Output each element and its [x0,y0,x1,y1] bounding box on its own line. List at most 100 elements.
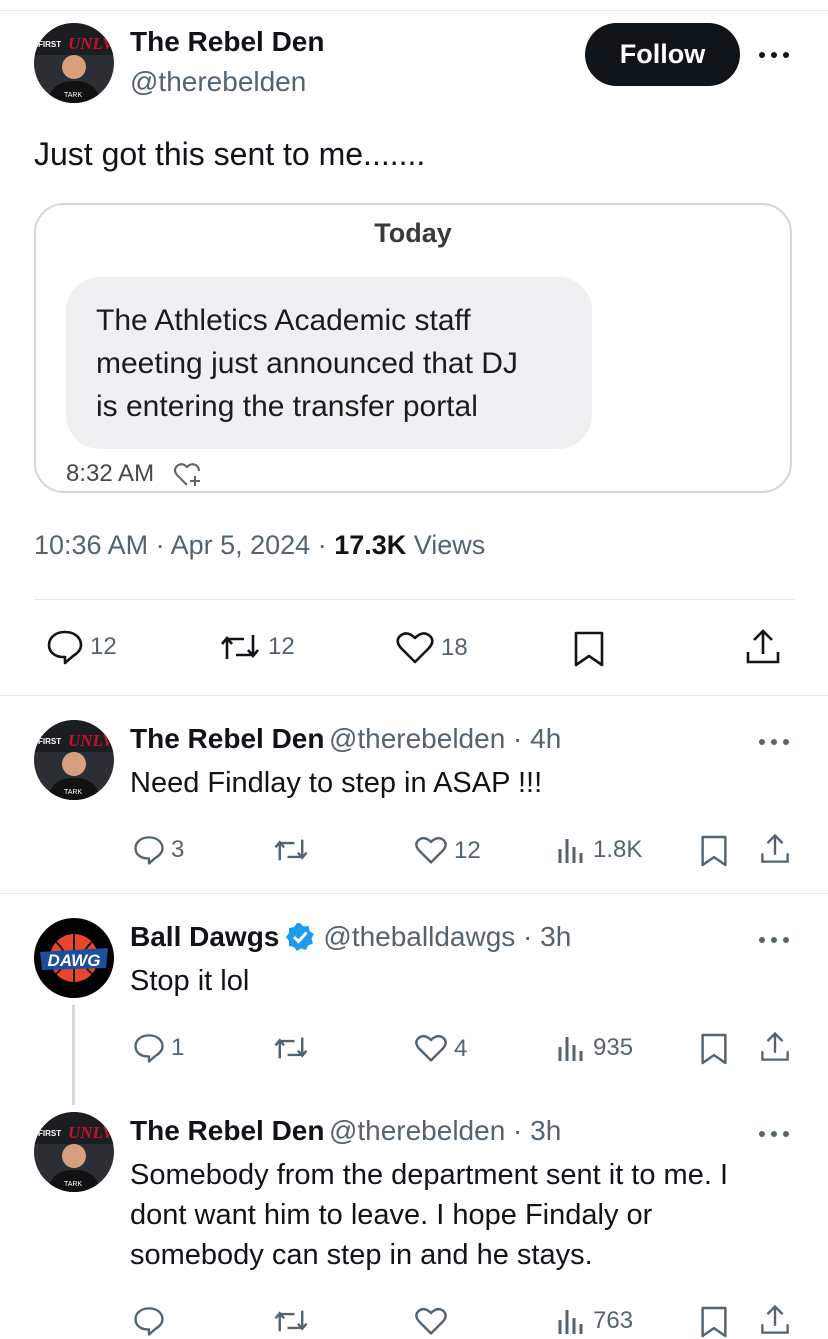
reply-button[interactable] [133,1305,171,1337]
avatar-shirt-text: TARK [64,92,82,99]
verified-badge-icon [285,922,315,952]
repost-button[interactable]: 12 [218,632,295,662]
tweet-date[interactable]: Apr 5, 2024 [171,530,311,560]
heart-plus-icon [173,462,203,488]
repost-icon [272,1308,310,1334]
repost-button[interactable] [272,837,316,863]
repost-icon [218,632,262,662]
reply-count: 1 [171,1034,185,1061]
share-button[interactable] [744,628,782,666]
message-line: meeting just announced that DJ [96,347,518,380]
bookmark-button[interactable] [573,630,605,668]
heart-icon [395,631,435,665]
heart-icon [414,1034,448,1063]
heart-icon [414,836,448,865]
views-button[interactable]: 1.8K [557,835,642,865]
like-count: 4 [454,1034,468,1062]
message-bubble: The Athletics Academic staff meeting jus… [66,277,592,449]
avatar-logo-top: FIRST [38,737,61,746]
avatar[interactable]: FIRST UNLV TARK [34,1112,114,1192]
avatar-logo: UNLV [68,731,114,750]
more-icon[interactable] [754,1124,794,1144]
repost-button[interactable] [272,1308,316,1334]
author-name[interactable]: The Rebel Den [130,26,324,58]
like-count: 12 [454,836,481,864]
avatar[interactable]: FIRST UNLV TARK [34,720,114,800]
bookmark-icon [700,834,728,868]
author-name[interactable]: The Rebel Den [130,723,324,754]
like-button[interactable]: 12 [414,836,481,865]
reply-button[interactable]: 3 [133,834,184,866]
message-line: is entering the transfer portal [96,390,478,423]
tweet-meta: 10:36 AM · Apr 5, 2024 · 17.3K Views [34,530,486,560]
share-icon [759,1031,791,1063]
views-label: Views [406,530,486,560]
reply-text-line: somebody can step in and he stays. [130,1239,593,1271]
more-icon[interactable] [754,45,794,65]
bookmark-button[interactable] [700,1032,728,1066]
analytics-icon [557,835,587,865]
follow-button[interactable]: Follow [585,23,740,86]
views-button[interactable]: 763 [557,1306,633,1336]
bookmark-icon [700,1032,728,1066]
views-button[interactable]: 935 [557,1033,633,1063]
author-handle[interactable]: @therebelden · 3h [329,1115,561,1146]
avatar[interactable]: FIRST UNLV TARK [34,23,114,103]
share-button[interactable] [759,1304,791,1336]
avatar-logo: UNLV [68,1123,114,1142]
repost-count: 12 [268,633,295,660]
share-icon [759,1304,791,1336]
author-handle[interactable]: @theballdawgs · 3h [323,921,571,953]
avatar-shirt-text: TARK [64,789,82,796]
tweet-time[interactable]: 10:36 AM [34,530,148,560]
share-icon [759,833,791,865]
bookmark-button[interactable] [700,834,728,868]
top-divider [0,10,828,11]
author-handle[interactable]: @therebelden · 4h [329,723,561,754]
analytics-icon [557,1033,587,1063]
like-button[interactable] [414,1307,454,1336]
analytics-icon [557,1306,587,1336]
author-name[interactable]: Ball Dawgs [130,921,279,953]
message-day-label: Today [374,218,452,248]
reply-count: 3 [171,836,185,863]
avatar-logo: DAWG [48,951,101,970]
reply-header: The Rebel Den @therebelden · 3h [130,1115,561,1147]
tweet-text: Just got this sent to me....... [34,136,426,172]
reply-text: Stop it lol [130,965,250,997]
reply-icon [133,1305,165,1337]
repost-button[interactable] [272,1035,316,1061]
views-count: 17.3K [334,530,407,560]
like-button[interactable]: 18 [395,631,468,665]
reply-button[interactable]: 12 [46,629,117,665]
avatar-logo: UNLV [68,34,114,53]
views-count: 935 [593,1034,634,1061]
share-button[interactable] [759,1031,791,1063]
author-handle[interactable]: @therebelden [130,66,306,98]
repost-icon [272,837,310,863]
repost-icon [272,1035,310,1061]
views-count: 1.8K [593,836,643,863]
more-icon[interactable] [754,732,794,752]
reply-button[interactable]: 1 [133,1032,184,1064]
views-count: 763 [593,1307,634,1334]
reply-count: 12 [90,633,117,660]
reply-text: Need Findlay to step in ASAP !!! [130,767,543,799]
message-time: 8:32 AM [66,460,203,488]
avatar-logo-top: FIRST [38,40,61,49]
attached-image[interactable]: Today The Athletics Academic staff meeti… [34,203,792,493]
like-button[interactable]: 4 [414,1034,467,1063]
bookmark-icon [573,630,605,668]
avatar-shirt-text: TARK [64,1181,82,1188]
message-line: The Athletics Academic staff [96,304,471,337]
avatar-logo-top: FIRST [38,1129,61,1138]
more-icon[interactable] [754,930,794,950]
heart-icon [414,1307,448,1336]
divider [0,695,828,696]
share-button[interactable] [759,833,791,865]
bookmark-button[interactable] [700,1305,728,1339]
reply-icon [133,834,165,866]
avatar[interactable]: DAWG [34,918,114,998]
author-name[interactable]: The Rebel Den [130,1115,324,1146]
thread-connector [72,1005,75,1105]
